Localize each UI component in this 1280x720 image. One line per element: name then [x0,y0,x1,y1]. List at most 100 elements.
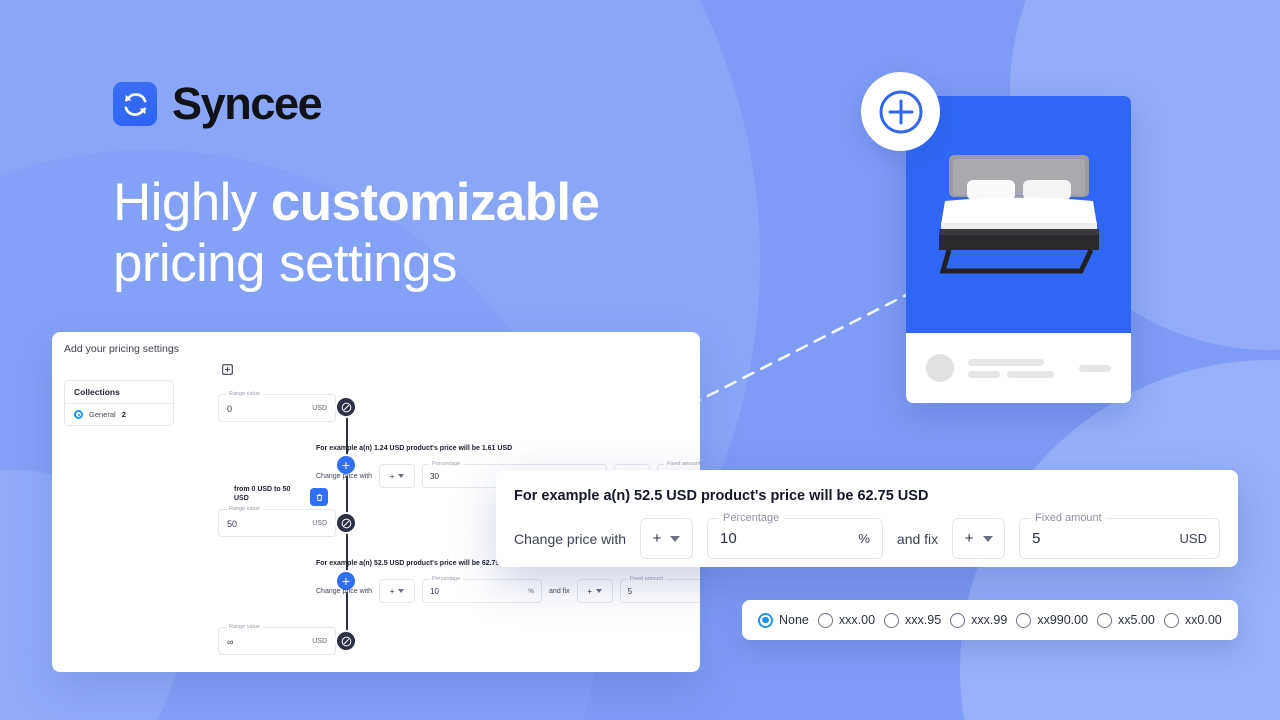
skeleton-line-1 [968,358,1044,366]
rounding-option-label: xx0.00 [1184,613,1222,627]
operator-value: + [652,530,662,547]
chevron-down-icon [398,474,405,478]
range-value-legend: Range value [226,623,263,630]
rounding-option-xx99000[interactable]: xx990.00 [1016,612,1089,628]
range-value-field-2[interactable]: Range value 50 USD [218,505,336,537]
rounding-option-label: xx5.00 [1118,613,1155,627]
range-value-text: 0 [227,404,233,414]
radio-unselected-icon[interactable] [950,612,966,628]
headline-line1-bold: customizable [270,173,600,232]
range-value-field-3[interactable]: Range value ∞ USD [218,623,336,655]
radio-unselected-icon[interactable] [817,612,833,628]
operator-select-1[interactable]: + [379,464,416,488]
operator-select-2[interactable]: + [576,579,613,603]
brand-logo: Syncee [113,78,323,130]
skeleton-line-3 [1007,370,1054,378]
collections-item-general[interactable]: General 2 [65,404,173,425]
fixed-amount-input-2[interactable]: Fixed amount 5 USD [619,575,700,603]
collection-label: General [89,410,116,419]
fixed-amount-legend: Fixed amount [1030,512,1107,524]
pricing-rule-popup: For example a(n) 52.5 USD product's pric… [496,470,1238,567]
range-value-text: ∞ [227,637,234,647]
sync-refresh-icon [113,82,157,126]
chevron-down-icon [595,589,602,593]
collections-panel: Collections General 2 [64,380,174,426]
plus-circle-icon[interactable] [861,72,940,151]
radio-unselected-icon[interactable] [884,612,900,628]
fixed-amount-unit: USD [1179,531,1207,546]
range-value-field-1[interactable]: Range value 0 USD [218,390,336,422]
add-box-icon[interactable] [222,362,233,380]
operator-value: + [964,530,974,547]
popup-operator-select-1[interactable]: + [640,518,693,559]
page-title: Highly customizable pricing settings [113,172,600,295]
skeleton-price-line [1079,364,1111,372]
percentage-legend: Percentage [717,512,785,524]
popup-change-price-label: Change price with [514,530,627,547]
popup-and-fix-label: and fix [896,530,939,547]
range-value-unit: USD [312,520,327,527]
radio-unselected-icon[interactable] [1016,612,1032,628]
fixed-amount-value: 5 [1032,530,1041,547]
brand-name: Syncee [172,78,323,129]
timeline-check-node-2[interactable] [335,512,357,534]
rounding-option-label: xxx.99 [971,613,1008,627]
rounding-options-bar: None xxx.00 xxx.95 xxx.99 xx990.00 xx5.0… [742,600,1238,640]
operator-value: + [389,471,395,481]
headline-line2: pricing settings [113,234,458,294]
radio-unselected-icon[interactable] [1097,612,1113,628]
rounding-option-label: xx990.00 [1037,613,1089,627]
range-value-legend: Range value [226,390,263,397]
skeleton-avatar [926,354,954,382]
radio-selected-icon[interactable] [758,612,773,628]
fixed-amount-legend: Fixed amount [664,460,700,467]
operator-select-1[interactable]: + [379,579,416,603]
pricing-example-text: For example a(n) 1.24 USD product's pric… [316,445,513,452]
percentage-legend: Percentage [429,575,464,582]
radio-unselected-icon[interactable] [1163,612,1179,628]
skeleton-line-2 [968,370,1000,378]
popup-operator-select-2[interactable]: + [952,518,1006,559]
trash-icon[interactable] [310,488,328,506]
percentage-value: 10 [430,587,439,596]
percentage-unit: % [858,531,870,546]
percentage-value: 30 [430,472,439,481]
fixed-amount-legend: Fixed amount [626,575,666,582]
popup-fixed-amount-input[interactable]: Fixed amount 5 USD [1019,512,1220,559]
headline-line1-normal: Highly [113,173,271,232]
rounding-option-label: xxx.00 [838,613,876,627]
change-price-label: Change price with [316,472,373,480]
chevron-down-icon [398,589,405,593]
rounding-option-label: None [779,613,809,627]
timeline-check-node-3[interactable] [335,630,357,652]
percentage-input-2[interactable]: Percentage 10 % [422,575,543,603]
range-value-legend: Range value [226,505,263,512]
rounding-option-label: xxx.95 [905,613,942,627]
chevron-down-icon [670,535,681,542]
rounding-option-xxx95[interactable]: xxx.95 [884,612,942,628]
radio-selected-icon[interactable] [74,410,83,419]
popup-percentage-input[interactable]: Percentage 10 % [706,512,883,559]
timeline-check-node-1[interactable] [335,396,357,418]
chevron-down-icon [982,535,993,542]
collection-count: 2 [121,410,126,419]
percentage-legend: Percentage [429,460,464,467]
range-caption-1: from 0 USD to 50 USD [234,486,291,503]
rounding-option-xxx99[interactable]: xxx.99 [950,612,1008,628]
range-value-unit: USD [312,638,327,645]
percentage-unit: % [528,588,535,595]
settings-card-title: Add your pricing settings [64,343,179,355]
rounding-option-xx000[interactable]: xx0.00 [1163,612,1222,628]
fixed-amount-value: 5 [627,587,633,596]
operator-value: + [587,586,592,596]
rounding-option-xx500[interactable]: xx5.00 [1097,612,1155,628]
product-card[interactable] [906,96,1131,403]
range-value-text: 50 [227,519,238,529]
collections-header: Collections [65,381,173,404]
skeleton-text-lines [968,358,1065,378]
percentage-value: 10 [719,530,737,547]
operator-value: + [389,586,395,596]
product-image [906,96,1131,333]
rounding-option-none[interactable]: None [758,612,809,628]
rounding-option-xxx00[interactable]: xxx.00 [817,612,876,628]
